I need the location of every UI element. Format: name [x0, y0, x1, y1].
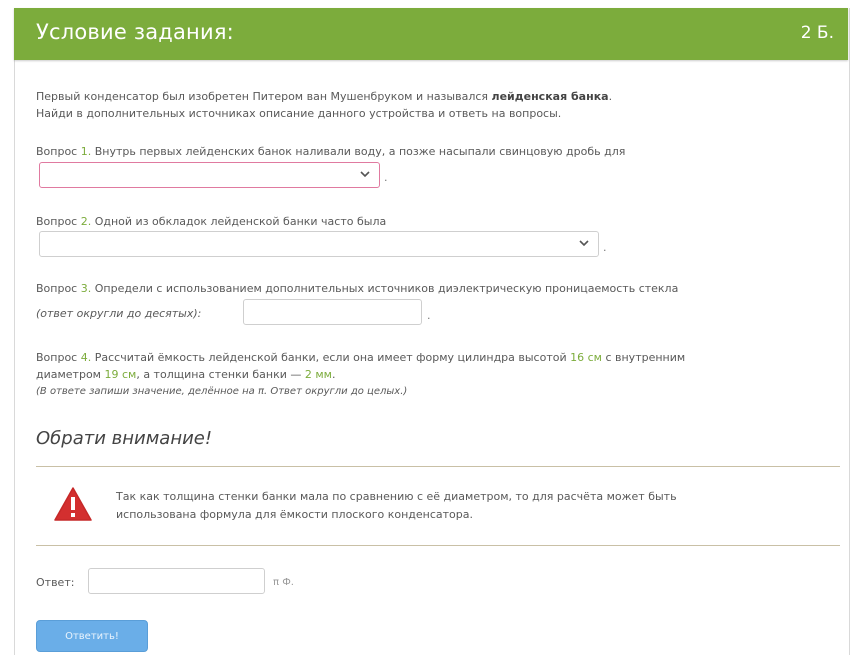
- question-4-line-1: Вопрос 4. Рассчитай ёмкость лейденской б…: [36, 351, 686, 364]
- chevron-down-icon: [579, 240, 589, 247]
- notice-divider-top: [36, 466, 840, 467]
- question-3-note: (ответ округли до десятых):: [36, 307, 202, 320]
- notice-text: Так как толщина стенки банки мала по сра…: [116, 490, 677, 521]
- height-value: 16 см: [570, 351, 602, 364]
- answer-input[interactable]: [88, 568, 265, 594]
- chevron-down-icon: [360, 171, 370, 178]
- task-points: 2 Б.: [800, 23, 834, 43]
- task-header: Условие задания: 2 Б.: [14, 8, 848, 60]
- question-2-select[interactable]: [39, 231, 599, 257]
- question-3-period: .: [427, 309, 431, 322]
- question-3-input[interactable]: [243, 299, 422, 325]
- warning-triangle-icon: [54, 487, 92, 521]
- question-1-select[interactable]: [39, 162, 380, 188]
- intro-line-2: Найди в дополнительных источниках описан…: [36, 107, 562, 120]
- diameter-value: 19 см: [104, 368, 137, 381]
- notice-title: Обрати внимание!: [36, 428, 213, 449]
- notice-divider-bottom: [36, 545, 840, 546]
- question-2-period: .: [603, 241, 607, 254]
- question-1-period: .: [384, 171, 388, 184]
- question-2: Вопрос 2. Одной из обкладок лейденской б…: [36, 215, 387, 228]
- intro-line-1: Первый конденсатор был изобретен Питером…: [36, 90, 613, 103]
- submit-button[interactable]: Ответить!: [36, 620, 148, 652]
- question-1: Вопрос 1. Внутрь первых лейденских банок…: [36, 145, 626, 158]
- answer-label: Ответ:: [36, 576, 75, 589]
- task-title: Условие задания:: [36, 20, 234, 44]
- answer-unit: π Ф.: [273, 577, 294, 588]
- question-3: Вопрос 3. Определи с использованием допо…: [36, 282, 679, 295]
- question-4-note: (В ответе запиши значение, делённое на π…: [36, 386, 408, 397]
- intro-bold-term: лейденская банка: [491, 90, 609, 103]
- thickness-value: 2 мм: [304, 368, 332, 381]
- question-4-line-2: диаметром 19 см, а толщина стенки банки …: [36, 368, 336, 381]
